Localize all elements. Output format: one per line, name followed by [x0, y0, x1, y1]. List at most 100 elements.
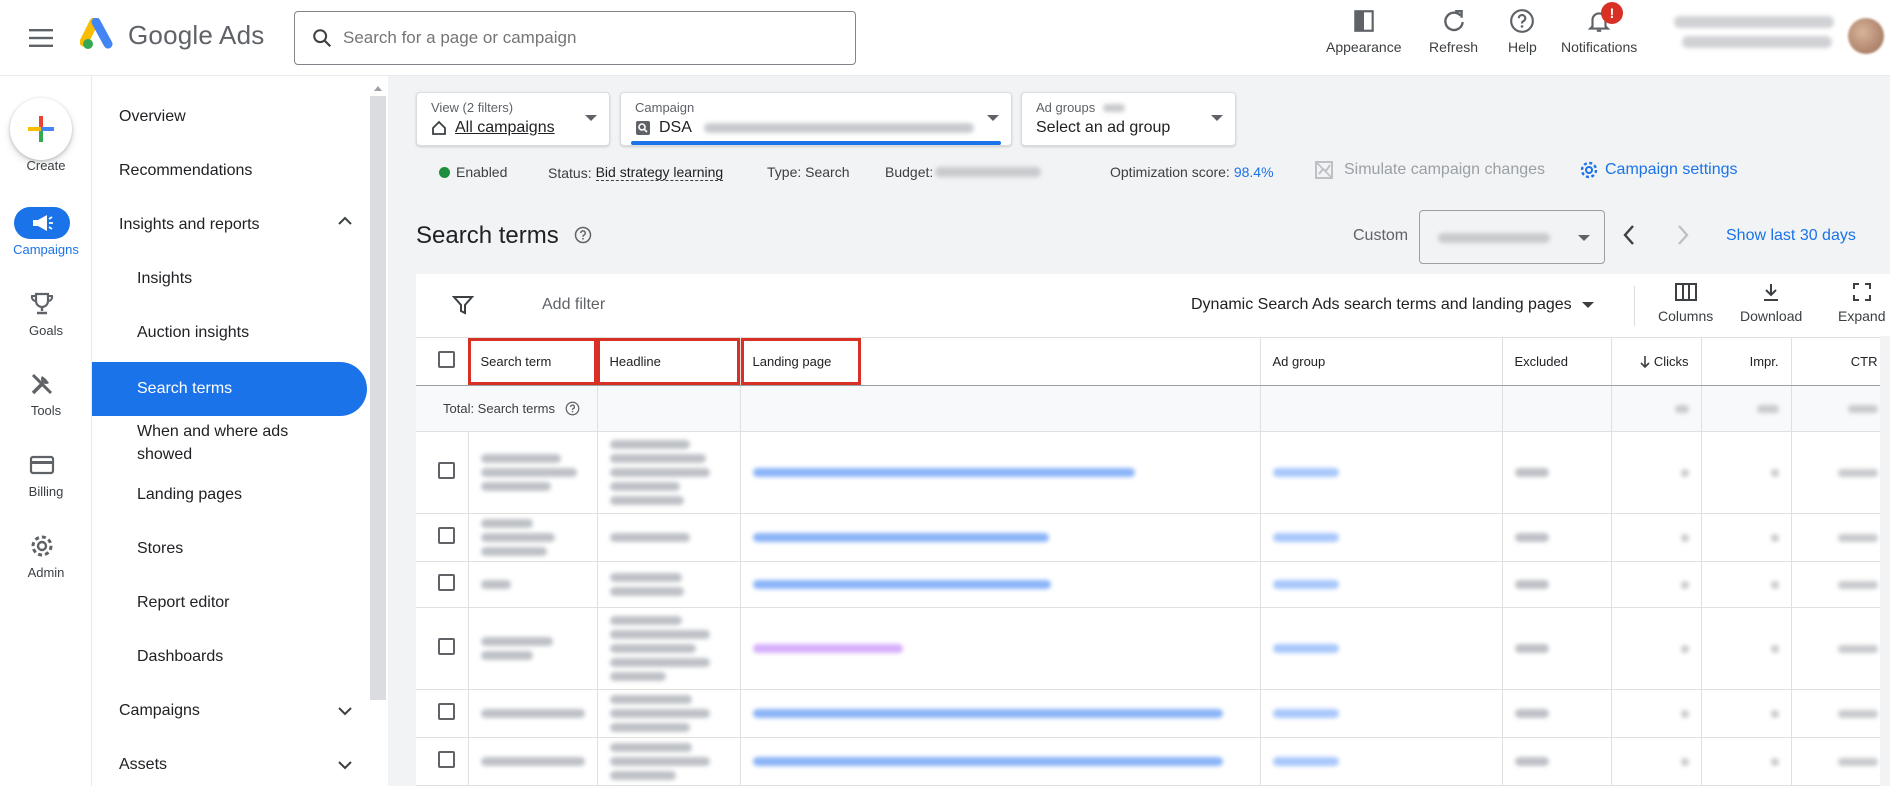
col-search-term[interactable]: Search term	[468, 338, 598, 386]
row-checkbox[interactable]	[438, 527, 455, 544]
rail-campaigns-button[interactable]	[14, 207, 70, 239]
nav-search-terms[interactable]: Search terms	[92, 362, 367, 416]
chevron-left-icon[interactable]	[1622, 224, 1636, 246]
rail-billing-button[interactable]	[26, 449, 58, 481]
table-row[interactable]	[416, 561, 1890, 608]
show-last-30-days-link[interactable]: Show last 30 days	[1726, 227, 1856, 245]
ad-groups-dropdown[interactable]: Ad groups Select an ad group	[1021, 92, 1236, 146]
ad-group-cell[interactable]	[1260, 737, 1503, 786]
ad-group-cell[interactable]	[1260, 607, 1503, 690]
nav-when-and-where[interactable]: When and where ads showed	[92, 420, 322, 466]
landing-page-cell[interactable]	[740, 431, 1261, 514]
row-checkbox[interactable]	[438, 462, 455, 479]
search-input[interactable]	[343, 28, 823, 48]
help-button[interactable]: Help	[1508, 8, 1537, 55]
row-checkbox[interactable]	[438, 751, 455, 768]
account-info[interactable]	[1674, 16, 1838, 58]
col-clicks[interactable]: Clicks	[1611, 338, 1702, 386]
campaign-dropdown[interactable]: Campaign DSA	[620, 92, 1012, 146]
nav-campaigns-label: Campaigns	[119, 702, 200, 719]
rail-goals-button[interactable]	[26, 288, 58, 320]
notifications-button[interactable]: Notifications	[1561, 8, 1637, 55]
landing-page-cell[interactable]	[740, 737, 1261, 786]
col-headline-label: Headline	[609, 353, 661, 369]
nav-landing-pages[interactable]: Landing pages	[92, 486, 367, 504]
col-ad-group[interactable]: Ad group	[1260, 338, 1503, 386]
col-impr[interactable]: Impr.	[1701, 338, 1792, 386]
row-checkbox[interactable]	[438, 638, 455, 655]
ad-group-cell[interactable]	[1260, 431, 1503, 514]
col-landing-page[interactable]: Landing page	[740, 338, 1261, 386]
refresh-button[interactable]: Refresh	[1429, 8, 1478, 55]
ad-group-cell[interactable]	[1260, 513, 1503, 562]
table-row[interactable]	[416, 607, 1890, 690]
redacted-value	[1770, 533, 1779, 542]
nav-dashboards[interactable]: Dashboards	[92, 648, 367, 666]
redacted-text	[480, 708, 585, 718]
search-term-cell	[468, 689, 598, 738]
nav-stores[interactable]: Stores	[92, 540, 367, 558]
nav-overview[interactable]: Overview	[92, 108, 367, 126]
filter-icon[interactable]	[452, 294, 474, 316]
help-icon[interactable]	[565, 401, 580, 416]
row-checkbox[interactable]	[438, 703, 455, 720]
rail-admin-button[interactable]	[26, 530, 58, 562]
select-all-checkbox[interactable]	[438, 351, 455, 369]
simulate-changes-button[interactable]: Simulate campaign changes	[1314, 160, 1545, 180]
add-filter-button[interactable]: Add filter	[542, 296, 605, 314]
landing-page-cell[interactable]	[740, 513, 1261, 562]
col-ctr[interactable]: CTR	[1791, 338, 1890, 386]
table-row[interactable]	[416, 513, 1890, 562]
col-excluded[interactable]: Excluded	[1502, 338, 1612, 386]
status-value[interactable]: Bid strategy learning	[595, 164, 724, 181]
campaign-status-bar: Enabled Status: Bid strategy learning Ty…	[388, 156, 1890, 192]
nav-assets[interactable]: Assets	[92, 756, 367, 774]
table-row[interactable]	[416, 737, 1890, 786]
ctr-cell	[1791, 431, 1890, 514]
tools-icon	[29, 371, 55, 397]
download-button[interactable]: Download	[1740, 282, 1802, 324]
ad-groups-label: Ad groups	[1036, 100, 1096, 115]
table-row[interactable]	[416, 689, 1890, 738]
scroll-up-arrow[interactable]	[374, 86, 382, 91]
report-view-select[interactable]: Dynamic Search Ads search terms and land…	[1191, 296, 1594, 314]
avatar[interactable]	[1848, 18, 1884, 54]
nav-auction-insights[interactable]: Auction insights	[92, 324, 367, 342]
nav-recommendations[interactable]: Recommendations	[92, 162, 367, 180]
row-checkbox[interactable]	[438, 574, 455, 591]
sidenav-scrollbar[interactable]	[370, 96, 386, 700]
tools-label: Tools	[30, 403, 62, 418]
nav-insights-and-reports[interactable]: Insights and reports	[92, 216, 367, 234]
ad-group-cell[interactable]	[1260, 689, 1503, 738]
create-button[interactable]	[10, 98, 72, 160]
google-ads-logo-icon	[80, 18, 118, 52]
help-icon[interactable]	[574, 226, 592, 244]
landing-page-cell[interactable]	[740, 689, 1261, 738]
ad-group-cell[interactable]	[1260, 561, 1503, 608]
table-header-row: Search term Headline Landing page Ad gro…	[416, 338, 1890, 386]
col-headline[interactable]: Headline	[597, 338, 741, 386]
appearance-button[interactable]: Appearance	[1326, 8, 1402, 55]
expand-button[interactable]: Expand	[1838, 282, 1885, 324]
view-filter-dropdown[interactable]: View (2 filters) All campaigns	[416, 92, 610, 146]
impr-cell	[1701, 689, 1792, 738]
landing-page-cell[interactable]	[740, 607, 1261, 690]
google-ads-logo[interactable]: Google Ads	[80, 18, 264, 52]
nav-insights[interactable]: Insights	[92, 270, 367, 288]
nav-campaigns[interactable]: Campaigns	[92, 702, 367, 720]
main-menu-button[interactable]	[26, 24, 56, 52]
table-scrollbar[interactable]	[1880, 336, 1890, 786]
table-row[interactable]	[416, 431, 1890, 514]
rail-tools-button[interactable]	[26, 368, 58, 400]
search-box[interactable]	[294, 11, 856, 65]
date-range-type: Custom	[1353, 227, 1409, 244]
landing-page-cell[interactable]	[740, 561, 1261, 608]
optimization-value[interactable]: 98.4%	[1234, 164, 1274, 180]
budget-value-redacted[interactable]	[935, 167, 1042, 177]
redacted-value	[1837, 580, 1878, 589]
columns-button[interactable]: Columns	[1658, 282, 1713, 324]
nav-report-editor[interactable]: Report editor	[92, 594, 367, 612]
campaign-settings-button[interactable]: Campaign settings	[1579, 160, 1738, 180]
redacted-value	[1837, 709, 1878, 718]
date-range-dropdown[interactable]	[1419, 210, 1605, 264]
